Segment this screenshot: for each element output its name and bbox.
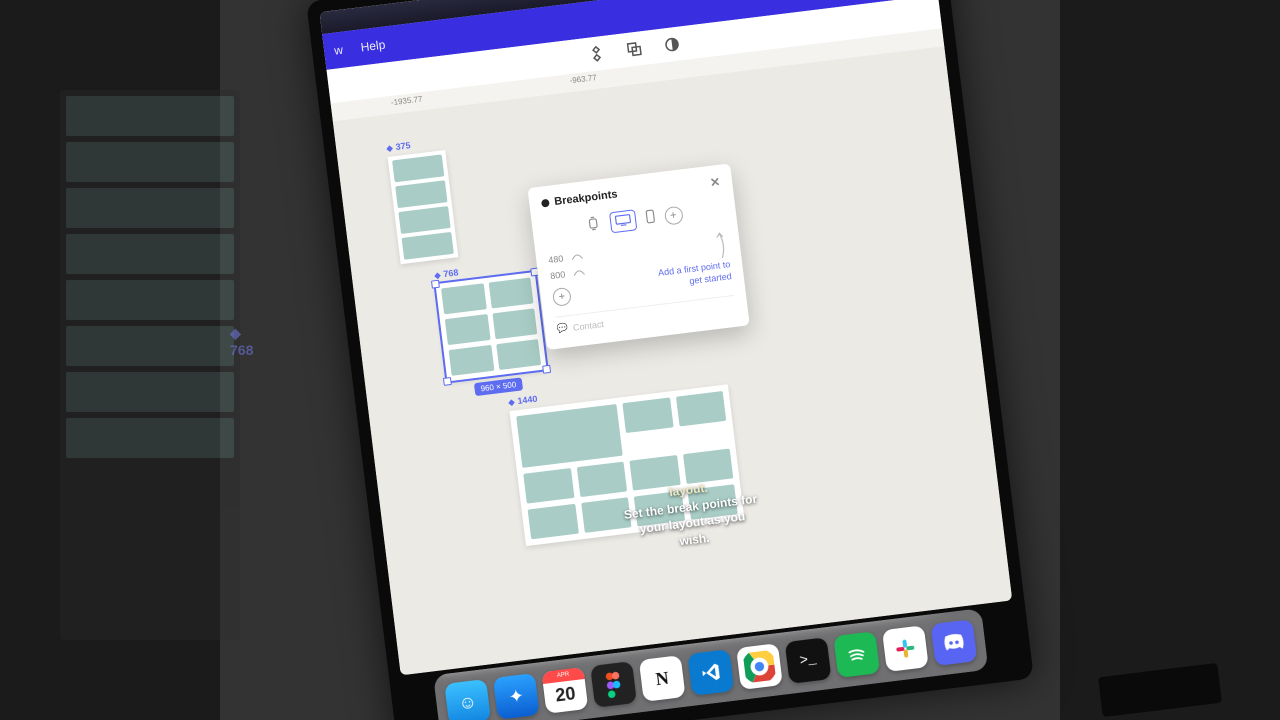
panel-footer-link[interactable]: Contact bbox=[572, 318, 604, 332]
breakpoint-row[interactable]: 800 bbox=[550, 267, 586, 281]
layout-cell bbox=[445, 314, 490, 345]
layout-cell bbox=[496, 339, 541, 370]
dock-app-vscode[interactable] bbox=[687, 649, 734, 696]
dock-app-calendar[interactable]: APR 20 bbox=[542, 667, 589, 714]
arrow-hint-icon bbox=[712, 229, 730, 260]
device-mobile-icon[interactable] bbox=[644, 209, 655, 227]
dock-app-terminal[interactable]: >_ bbox=[785, 637, 832, 684]
selection-size-badge: 960 × 500 bbox=[474, 377, 523, 396]
layout-cell bbox=[488, 278, 533, 309]
ruler-tick: -1935.77 bbox=[390, 94, 422, 107]
layout-cell bbox=[398, 206, 450, 234]
figma-canvas[interactable]: 375 768 bbox=[333, 46, 1012, 675]
layout-cell bbox=[523, 468, 574, 504]
layout-cell bbox=[402, 232, 454, 260]
menu-help[interactable]: Help bbox=[360, 38, 386, 55]
selection-handle[interactable] bbox=[542, 365, 551, 374]
dock-app-spotify[interactable] bbox=[833, 631, 880, 678]
dock-app-figma[interactable] bbox=[590, 661, 637, 708]
device-watch-icon[interactable] bbox=[585, 216, 601, 235]
layout-cell bbox=[449, 345, 494, 376]
menu-window[interactable]: w bbox=[333, 43, 343, 58]
layout-cell bbox=[576, 462, 627, 498]
close-icon[interactable]: ✕ bbox=[709, 175, 721, 190]
dock-app-chrome[interactable] bbox=[736, 643, 783, 690]
dock-app-safari[interactable]: ✦ bbox=[493, 673, 540, 720]
frame-label-1440[interactable]: 1440 bbox=[508, 394, 538, 407]
panel-title: Breakpoints bbox=[554, 188, 619, 208]
dock-app-notion[interactable]: N bbox=[639, 655, 686, 702]
dock-app-slack[interactable] bbox=[882, 625, 929, 672]
dock-app-discord[interactable] bbox=[931, 619, 978, 666]
artboard-375[interactable] bbox=[388, 150, 459, 264]
frame-label-768[interactable]: 768 bbox=[434, 267, 459, 280]
device-desktop-icon[interactable] bbox=[609, 209, 637, 233]
get-started-link[interactable]: Add a first point toget started bbox=[658, 259, 733, 291]
layout-cell bbox=[516, 404, 623, 468]
breakpoints-panel[interactable]: Breakpoints ✕ + bbox=[527, 163, 749, 350]
ruler-tick: -963.77 bbox=[569, 73, 597, 85]
tool-contrast-icon[interactable] bbox=[663, 36, 681, 54]
layout-cell bbox=[395, 180, 447, 208]
background-frame-label: ◆ 768 bbox=[230, 325, 253, 358]
layout-cell bbox=[492, 308, 537, 339]
tool-component-icon[interactable] bbox=[588, 45, 606, 63]
add-breakpoint-button[interactable]: + bbox=[552, 287, 572, 307]
breakpoint-row[interactable]: 480 bbox=[548, 251, 584, 265]
chat-icon[interactable]: 💬 bbox=[556, 322, 568, 334]
background-preview-card bbox=[60, 90, 240, 640]
dock-app-finder[interactable]: ☺ bbox=[444, 679, 491, 720]
layout-cell bbox=[622, 397, 673, 433]
artboard-768[interactable]: 960 × 500 bbox=[435, 272, 546, 381]
layout-cell bbox=[675, 391, 726, 427]
frame-label-375[interactable]: 375 bbox=[386, 140, 411, 153]
layout-cell bbox=[392, 154, 444, 182]
layout-cell bbox=[528, 504, 579, 540]
add-device-button[interactable]: + bbox=[663, 205, 683, 225]
plugin-icon bbox=[541, 199, 550, 208]
tool-mask-icon[interactable] bbox=[625, 40, 643, 58]
selection-handle[interactable] bbox=[431, 280, 440, 289]
selection-handle[interactable] bbox=[443, 377, 452, 386]
layout-cell bbox=[441, 283, 486, 314]
